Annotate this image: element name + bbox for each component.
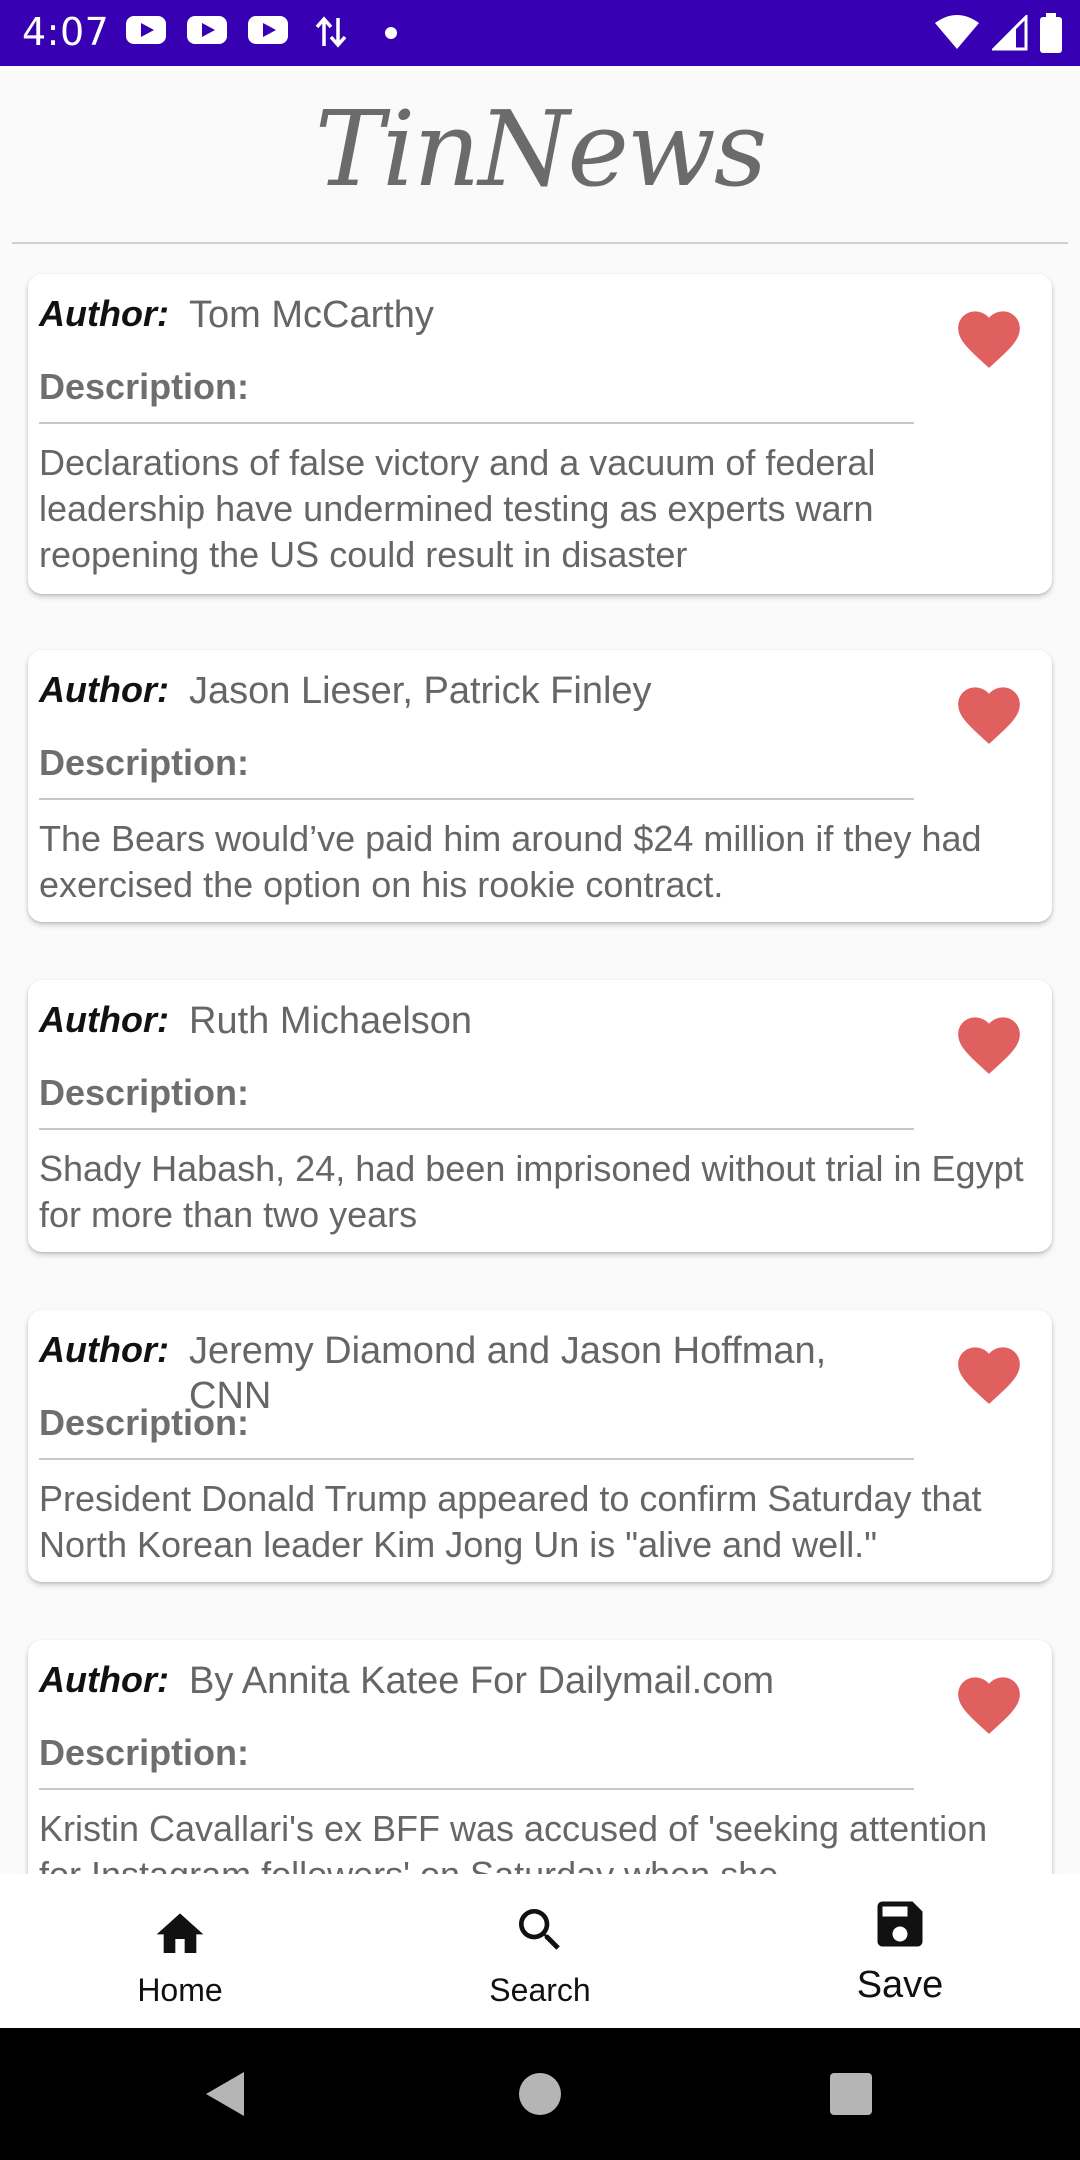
news-card[interactable]: Author: Jeremy Diamond and Jason Hoffman… <box>28 1310 1052 1582</box>
system-navigation-bar <box>0 2028 1080 2160</box>
description-value: Declarations of false victory and a vacu… <box>39 442 876 575</box>
description-label: Description: <box>39 1072 250 1113</box>
description-label: Description: <box>39 742 250 783</box>
author-value: Jeremy Diamond and Jason Hoffman, CNN <box>189 1330 827 1417</box>
news-card[interactable]: Author: Jason Lieser, Patrick Finley Des… <box>28 650 1052 922</box>
home-icon <box>156 1913 204 1953</box>
description-label: Description: <box>39 1732 250 1773</box>
save-icon <box>877 1901 923 1947</box>
news-feed[interactable]: Author: Tom McCarthy Description: Declar… <box>0 244 1080 1874</box>
youtube-icon <box>126 16 166 44</box>
author-value: By Annita Katee For Dailymail.com <box>189 1660 775 1702</box>
news-card[interactable]: Author: Ruth Michaelson Description: Sha… <box>28 980 1052 1252</box>
author-value: Jason Lieser, Patrick Finley <box>189 670 652 712</box>
description-value: The Bears would’ve paid him around $24 m… <box>39 818 982 905</box>
data-transfer-icon <box>315 16 347 48</box>
author-label: Author: <box>39 999 169 1040</box>
nav-search-label: Search <box>489 1972 591 2008</box>
app-header: TinNews <box>0 66 1080 244</box>
author-label: Author: <box>39 669 169 710</box>
battery-icon <box>1040 13 1062 53</box>
card-divider <box>39 1458 914 1460</box>
author-label: Author: <box>39 293 169 334</box>
like-heart-icon[interactable] <box>952 1338 1026 1406</box>
card-divider <box>39 798 914 800</box>
back-icon[interactable] <box>204 2070 246 2118</box>
author-label: Author: <box>39 1659 169 1700</box>
youtube-icon <box>248 16 288 44</box>
like-heart-icon[interactable] <box>952 1008 1026 1076</box>
author-label: Author: <box>39 1329 169 1370</box>
author-value: Tom McCarthy <box>189 294 434 336</box>
wifi-icon <box>935 15 979 49</box>
notification-dot-icon <box>385 27 397 39</box>
news-card[interactable]: Author: By Annita Katee For Dailymail.co… <box>28 1640 1052 1874</box>
author-value: Ruth Michaelson <box>189 1000 473 1042</box>
nav-search[interactable]: Search <box>360 1874 720 2028</box>
like-heart-icon[interactable] <box>952 302 1026 370</box>
home-circle-icon[interactable] <box>518 2072 562 2116</box>
app-title: TinNews <box>314 88 768 210</box>
bottom-navigation: Home Search Save <box>0 1874 1080 2028</box>
recents-icon[interactable] <box>830 2073 872 2115</box>
description-value: Shady Habash, 24, had been imprisoned wi… <box>39 1148 1024 1235</box>
nav-save-label: Save <box>856 1964 944 2006</box>
status-bar: 4:07 <box>0 0 1080 66</box>
news-card[interactable]: Author: Tom McCarthy Description: Declar… <box>28 274 1052 594</box>
like-heart-icon[interactable] <box>952 1668 1026 1736</box>
card-divider <box>39 1128 914 1130</box>
card-divider <box>39 1788 914 1790</box>
description-label: Description: <box>39 1402 250 1443</box>
description-value: President Donald Trump appeared to confi… <box>39 1478 982 1565</box>
signal-icon <box>992 15 1028 51</box>
search-icon <box>519 1909 560 1950</box>
card-divider <box>39 422 914 424</box>
nav-home-label: Home <box>137 1972 223 2008</box>
nav-home[interactable]: Home <box>0 1874 360 2028</box>
youtube-icon <box>187 16 227 44</box>
description-value: Kristin Cavallari's ex BFF was accused o… <box>39 1808 988 1874</box>
status-time: 4:07 <box>22 10 110 54</box>
nav-save[interactable]: Save <box>720 1874 1080 2028</box>
like-heart-icon[interactable] <box>952 678 1026 746</box>
description-label: Description: <box>39 366 250 407</box>
